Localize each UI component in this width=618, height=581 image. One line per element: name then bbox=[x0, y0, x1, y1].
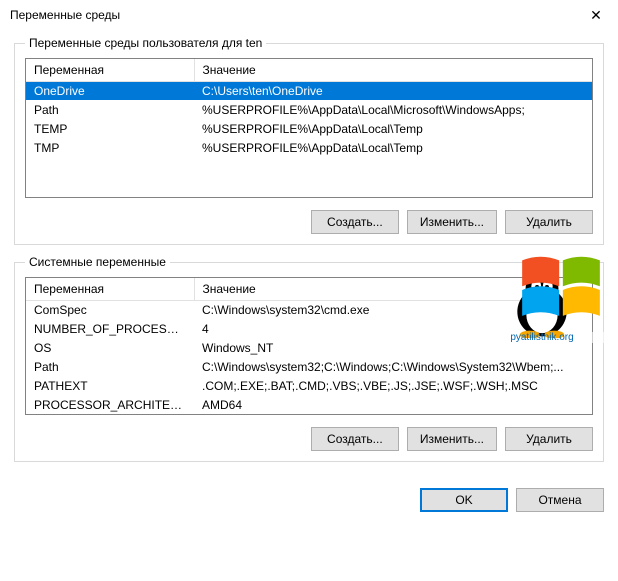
var-value-cell: C:\Windows\system32;C:\Windows;C:\Window… bbox=[194, 357, 592, 376]
table-row[interactable]: PATHEXT.COM;.EXE;.BAT;.CMD;.VBS;.VBE;.JS… bbox=[26, 376, 592, 395]
var-value-cell: %USERPROFILE%\AppData\Local\Temp bbox=[194, 119, 592, 138]
var-value-cell: .COM;.EXE;.BAT;.CMD;.VBS;.VBE;.JS;.JSE;.… bbox=[194, 376, 592, 395]
system-vars-legend: Системные переменные bbox=[25, 255, 170, 269]
table-row[interactable]: TMP%USERPROFILE%\AppData\Local\Temp bbox=[26, 138, 592, 157]
var-name-cell: NUMBER_OF_PROCESSORS bbox=[26, 319, 194, 338]
user-vars-table: Переменная Значение OneDriveC:\Users\ten… bbox=[26, 59, 592, 157]
dialog-content: Переменные среды пользователя для ten Пе… bbox=[0, 30, 618, 482]
user-new-button[interactable]: Создать... bbox=[311, 210, 399, 234]
user-delete-button[interactable]: Удалить bbox=[505, 210, 593, 234]
sys-delete-button[interactable]: Удалить bbox=[505, 427, 593, 451]
close-icon: ✕ bbox=[590, 7, 602, 24]
table-row[interactable]: OneDriveC:\Users\ten\OneDrive bbox=[26, 81, 592, 100]
user-vars-table-wrap[interactable]: Переменная Значение OneDriveC:\Users\ten… bbox=[25, 58, 593, 198]
system-vars-group: Системные переменные Переменная Значение… bbox=[14, 255, 604, 462]
var-name-cell: PATHEXT bbox=[26, 376, 194, 395]
var-value-cell: Windows_NT bbox=[194, 338, 592, 357]
table-row[interactable]: Path%USERPROFILE%\AppData\Local\Microsof… bbox=[26, 100, 592, 119]
sys-col-variable[interactable]: Переменная bbox=[26, 278, 194, 300]
user-vars-group: Переменные среды пользователя для ten Пе… bbox=[14, 36, 604, 245]
dialog-buttons: OK Отмена bbox=[0, 482, 618, 512]
sys-col-value[interactable]: Значение bbox=[194, 278, 592, 300]
table-row[interactable]: PROCESSOR_IDENTIFIERIntel64 Family 6 Mod… bbox=[26, 414, 592, 415]
table-row[interactable]: ComSpecC:\Windows\system32\cmd.exe bbox=[26, 300, 592, 319]
var-name-cell: OS bbox=[26, 338, 194, 357]
system-vars-buttons: Создать... Изменить... Удалить bbox=[25, 427, 593, 451]
var-value-cell: 4 bbox=[194, 319, 592, 338]
window-title: Переменные среды bbox=[10, 8, 574, 22]
titlebar: Переменные среды ✕ bbox=[0, 0, 618, 30]
var-value-cell: C:\Windows\system32\cmd.exe bbox=[194, 300, 592, 319]
var-name-cell: ComSpec bbox=[26, 300, 194, 319]
system-vars-table-wrap[interactable]: Переменная Значение ComSpecC:\Windows\sy… bbox=[25, 277, 593, 415]
var-name-cell: TEMP bbox=[26, 119, 194, 138]
var-value-cell: AMD64 bbox=[194, 395, 592, 414]
table-row[interactable]: OSWindows_NT bbox=[26, 338, 592, 357]
system-vars-table: Переменная Значение ComSpecC:\Windows\sy… bbox=[26, 278, 592, 415]
var-name-cell: Path bbox=[26, 100, 194, 119]
sys-new-button[interactable]: Создать... bbox=[311, 427, 399, 451]
var-name-cell: PROCESSOR_ARCHITECTURE bbox=[26, 395, 194, 414]
user-col-variable[interactable]: Переменная bbox=[26, 59, 194, 81]
var-name-cell: OneDrive bbox=[26, 81, 194, 100]
var-name-cell: Path bbox=[26, 357, 194, 376]
close-button[interactable]: ✕ bbox=[574, 0, 618, 30]
table-row[interactable]: PROCESSOR_ARCHITECTUREAMD64 bbox=[26, 395, 592, 414]
user-vars-buttons: Создать... Изменить... Удалить bbox=[25, 210, 593, 234]
sys-edit-button[interactable]: Изменить... bbox=[407, 427, 497, 451]
user-edit-button[interactable]: Изменить... bbox=[407, 210, 497, 234]
var-name-cell: PROCESSOR_IDENTIFIER bbox=[26, 414, 194, 415]
var-value-cell: Intel64 Family 6 Model 44 Stepping 2, Ge… bbox=[194, 414, 592, 415]
cancel-button[interactable]: Отмена bbox=[516, 488, 604, 512]
var-name-cell: TMP bbox=[26, 138, 194, 157]
var-value-cell: %USERPROFILE%\AppData\Local\Temp bbox=[194, 138, 592, 157]
var-value-cell: %USERPROFILE%\AppData\Local\Microsoft\Wi… bbox=[194, 100, 592, 119]
var-value-cell: C:\Users\ten\OneDrive bbox=[194, 81, 592, 100]
user-vars-legend: Переменные среды пользователя для ten bbox=[25, 36, 266, 50]
table-row[interactable]: TEMP%USERPROFILE%\AppData\Local\Temp bbox=[26, 119, 592, 138]
table-row[interactable]: PathC:\Windows\system32;C:\Windows;C:\Wi… bbox=[26, 357, 592, 376]
user-col-value[interactable]: Значение bbox=[194, 59, 592, 81]
table-row[interactable]: NUMBER_OF_PROCESSORS4 bbox=[26, 319, 592, 338]
ok-button[interactable]: OK bbox=[420, 488, 508, 512]
